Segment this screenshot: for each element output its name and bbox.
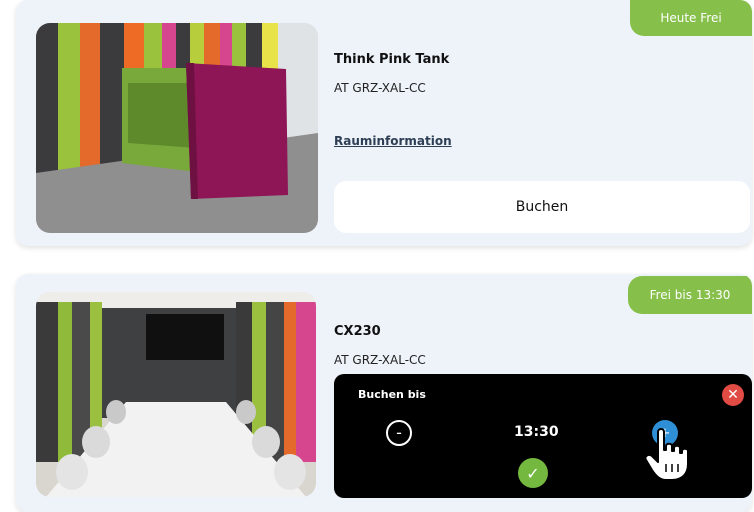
check-icon: ✓ (526, 463, 540, 483)
room-card-think-pink-tank: Heute Frei Think Pink Tank AT GRZ-XAL-CC… (16, 0, 752, 246)
room-photo (36, 292, 316, 497)
room-location: AT GRZ-XAL-CC (334, 353, 426, 367)
close-icon[interactable]: ✕ (722, 384, 744, 406)
room-name: Think Pink Tank (334, 52, 450, 67)
booking-panel-title: Buchen bis (358, 388, 426, 401)
minus-icon: - (396, 423, 402, 442)
room-info-link[interactable]: Rauminformation (334, 134, 452, 148)
status-badge: Heute Frei (630, 0, 752, 36)
room-name: CX230 (334, 324, 381, 339)
room-location: AT GRZ-XAL-CC (334, 81, 426, 95)
decrease-time-button[interactable]: - (386, 420, 412, 446)
hand-cursor-icon (644, 428, 689, 481)
room-photo (36, 23, 318, 233)
book-button[interactable]: Buchen (334, 181, 750, 233)
confirm-booking-button[interactable]: ✓ (518, 458, 548, 488)
room-card-cx230: Frei bis 13:30 CX230 AT GRZ-XAL-CC Buche… (16, 274, 752, 512)
booking-panel: Buchen bis ✕ - 13:30 + ✓ (334, 374, 752, 498)
status-badge: Frei bis 13:30 (628, 276, 752, 314)
booking-end-time: 13:30 (514, 424, 559, 440)
